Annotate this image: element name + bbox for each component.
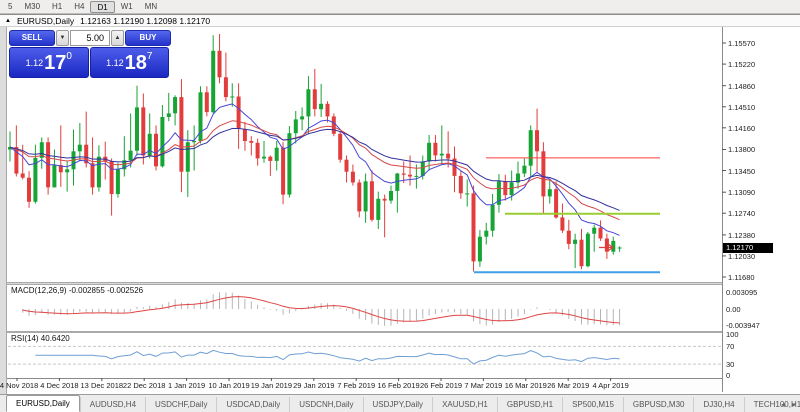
chart-title-quotes: 1.12163 1.12190 1.12098 1.12170 [80,16,210,26]
timeframe-button-mn[interactable]: MN [139,1,163,13]
volume-increase-button[interactable]: ▲ [111,30,124,46]
one-click-trading-panel: SELL ▼ ▲ BUY 1.12 17 0 1.12 18 7 [9,30,169,78]
ma-21-line [10,121,620,220]
rsi-line [35,350,619,364]
ask-price-panel[interactable]: 1.12 18 7 [90,47,170,78]
timeframe-toolbar[interactable]: 5M30H1H4D1W1MN [0,0,800,14]
tab-gbpusd-m30[interactable]: GBPUSD,M30 [623,397,694,412]
chart-title: EURUSD,Daily [17,16,74,26]
volume-decrease-button[interactable]: ▼ [56,30,69,46]
macd-signal-line [23,297,620,323]
sell-button[interactable]: SELL [9,30,55,46]
bid-price-panel[interactable]: 1.12 17 0 [9,47,89,78]
tabs-scroll-right-icon[interactable]: ▸ [790,400,798,409]
tab-audusd-h4[interactable]: AUDUSD,H4 [80,397,145,412]
tab-eurusd-daily[interactable]: EURUSD,Daily [6,395,80,412]
tab-xauusd-h1[interactable]: XAUUSD,H1 [432,397,497,412]
tab-dj30-h4[interactable]: DJ30,H4 [693,397,743,412]
tabs-scroll-left-icon[interactable]: ◂ [779,400,787,409]
timeframe-button-h1[interactable]: H1 [46,1,68,13]
timeframe-button-w1[interactable]: W1 [115,1,139,13]
tab-usdchf-daily[interactable]: USDCHF,Daily [145,397,216,412]
tab-gbpusd-h1[interactable]: GBPUSD,H1 [497,397,562,412]
timeframe-button-5[interactable]: 5 [2,1,18,13]
volume-input[interactable] [70,30,110,46]
price-arrow-marker [599,245,613,251]
chart-canvas[interactable] [0,27,800,392]
tab-sp500-m15[interactable]: SP500,M15 [562,397,623,412]
tab-usdcnh-daily[interactable]: USDCNH,Daily [289,397,362,412]
timeframe-button-h4[interactable]: H4 [68,1,90,13]
ma-10-line [10,104,620,236]
ma-30-line [10,129,620,211]
rsi-label: RSI(14) 40.6420 [11,334,70,343]
tab-usdjpy-daily[interactable]: USDJPY,Daily [363,397,433,412]
timeframe-button-m30[interactable]: M30 [18,1,46,13]
buy-button[interactable]: BUY [125,30,171,46]
current-price-tag: 1.12170 [723,243,773,253]
window-menu-icon[interactable]: ▲ [5,18,11,24]
chart-tabs-bar: EURUSD,DailyAUDUSD,H4USDCHF,DailyUSDCAD,… [0,394,800,412]
macd-label: MACD(12,26,9) -0.002855 -0.002526 [11,286,143,295]
timeframe-button-d1[interactable]: D1 [90,1,114,13]
tab-usdcad-daily[interactable]: USDCAD,Daily [216,397,289,412]
chart-window-titlebar: ▲ EURUSD,Daily 1.12163 1.12190 1.12098 1… [0,14,800,27]
